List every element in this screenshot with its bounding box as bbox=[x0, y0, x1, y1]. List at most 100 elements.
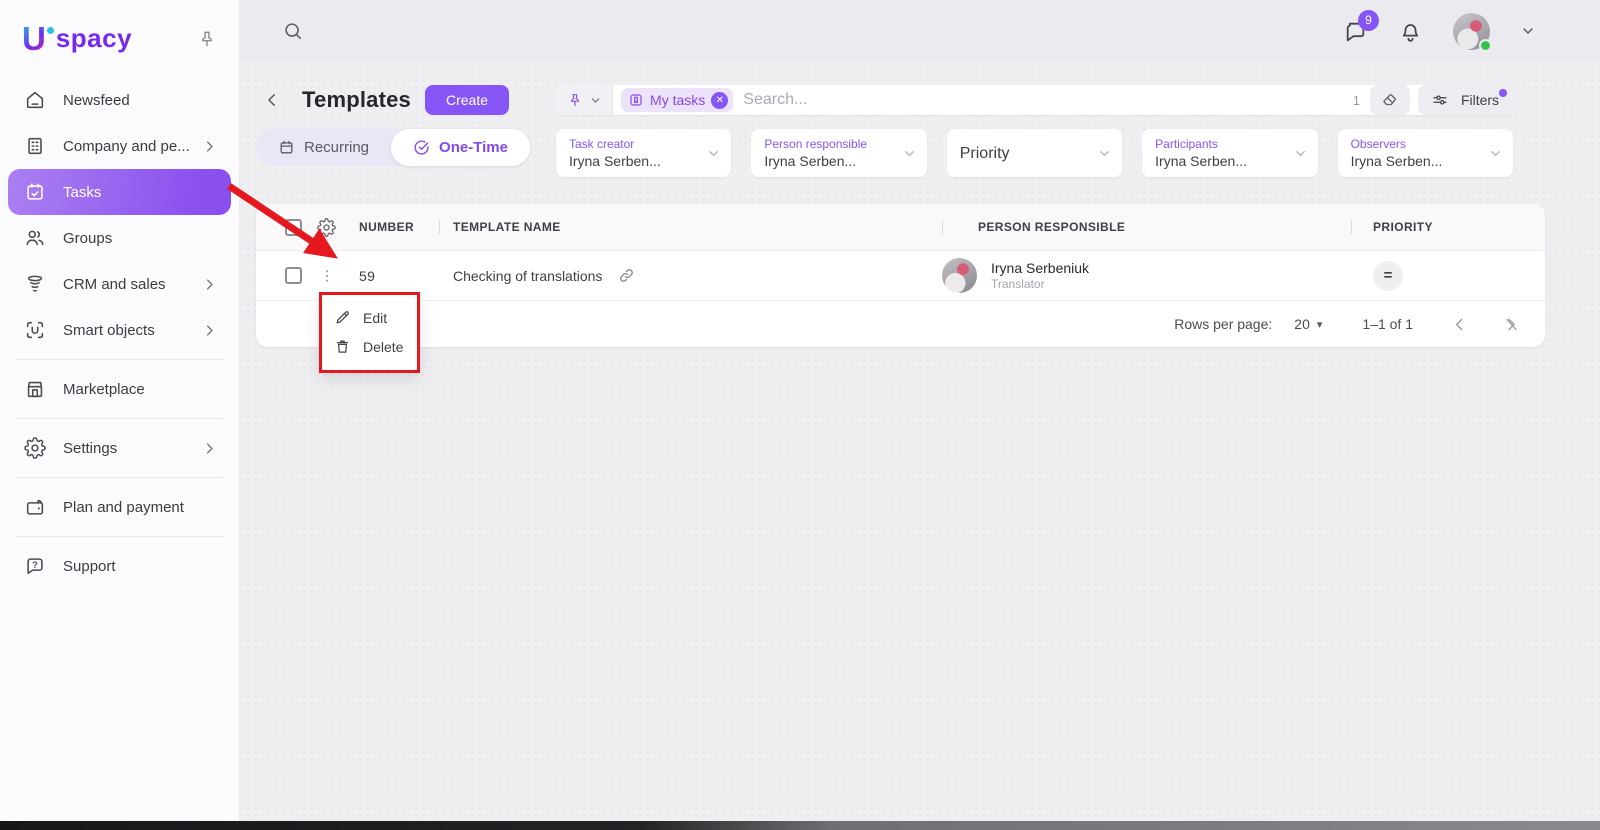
sidebar-pin-icon[interactable] bbox=[197, 29, 217, 49]
priority-medium-icon[interactable]: = bbox=[1373, 261, 1403, 291]
column-header-person[interactable]: PERSON RESPONSIBLE bbox=[978, 220, 1125, 234]
support-chat-icon: ? bbox=[24, 555, 46, 577]
filter-task-creator[interactable]: Task creator Iryna Serben... bbox=[556, 129, 731, 177]
uspacy-logo[interactable]: U spacy bbox=[22, 22, 132, 55]
table-footer: Rows per page: 20 ▾ 1–1 of 1 bbox=[256, 301, 1545, 347]
sidebar-item-company[interactable]: Company and pe... bbox=[8, 123, 231, 169]
wallet-icon bbox=[24, 496, 46, 518]
next-page-icon[interactable] bbox=[1502, 316, 1519, 333]
rows-per-page-value: 20 bbox=[1294, 316, 1310, 332]
saved-search-dropdown[interactable] bbox=[555, 85, 613, 115]
table-header-row: NUMBER TEMPLATE NAME PERSON RESPONSIBLE … bbox=[256, 204, 1545, 251]
smart-objects-icon bbox=[24, 319, 46, 341]
search-input[interactable] bbox=[743, 91, 1353, 109]
building-icon bbox=[24, 135, 46, 157]
column-divider bbox=[942, 220, 943, 234]
sidebar-item-label: Groups bbox=[63, 230, 217, 247]
chevron-down-icon bbox=[589, 94, 602, 107]
trash-icon bbox=[334, 338, 351, 355]
table-settings-gear-icon[interactable] bbox=[302, 218, 351, 237]
sidebar-divider bbox=[16, 477, 223, 478]
sidebar-item-label: Tasks bbox=[63, 184, 217, 201]
remove-chip-icon[interactable]: ✕ bbox=[711, 92, 728, 109]
calendar-check-icon bbox=[24, 181, 46, 203]
user-avatar[interactable] bbox=[1453, 13, 1490, 50]
app-window: U spacy Newsfeed Company and pe... Tasks bbox=[0, 0, 1600, 830]
logo-dot bbox=[47, 27, 54, 34]
tab-recurring[interactable]: Recurring bbox=[256, 129, 391, 166]
sidebar-item-newsfeed[interactable]: Newsfeed bbox=[8, 77, 231, 123]
filter-priority[interactable]: Priority bbox=[947, 129, 1122, 177]
row-actions-menu-icon[interactable] bbox=[302, 268, 351, 284]
menu-item-label: Edit bbox=[363, 310, 387, 326]
sidebar-item-settings[interactable]: Settings bbox=[8, 425, 231, 471]
row-checkbox[interactable] bbox=[285, 267, 302, 284]
filters-button[interactable]: Filters bbox=[1418, 85, 1518, 115]
my-tasks-filter-chip[interactable]: My tasks ✕ bbox=[621, 88, 733, 112]
chevron-down-icon bbox=[902, 146, 917, 161]
page-title: Templates bbox=[302, 87, 411, 113]
notifications-bell-icon[interactable] bbox=[1398, 19, 1423, 44]
gear-icon bbox=[24, 437, 46, 459]
filter-value: Iryna Serben... bbox=[764, 152, 901, 170]
back-chevron-icon[interactable] bbox=[263, 91, 281, 109]
sidebar-item-plan-payment[interactable]: Plan and payment bbox=[8, 484, 231, 530]
column-header-priority[interactable]: PRIORITY bbox=[1373, 220, 1433, 234]
menu-item-edit[interactable]: Edit bbox=[322, 303, 417, 332]
copy-link-icon[interactable] bbox=[618, 267, 635, 284]
sidebar-divider bbox=[16, 418, 223, 419]
template-name[interactable]: Checking of translations bbox=[453, 268, 602, 284]
search-result-count: 1 bbox=[1353, 93, 1360, 108]
column-header-number[interactable]: NUMBER bbox=[351, 220, 439, 234]
sidebar-item-marketplace[interactable]: Marketplace bbox=[8, 366, 231, 412]
chevron-down-icon bbox=[1488, 146, 1503, 161]
messages-icon[interactable]: 9 bbox=[1343, 19, 1368, 44]
chevron-down-icon bbox=[1293, 146, 1308, 161]
sidebar-divider bbox=[16, 536, 223, 537]
column-divider bbox=[439, 220, 440, 234]
previous-page-icon[interactable] bbox=[1451, 316, 1468, 333]
sidebar-item-label: CRM and sales bbox=[63, 276, 202, 293]
filter-value: Iryna Serben... bbox=[1351, 152, 1488, 170]
menu-item-delete[interactable]: Delete bbox=[322, 332, 417, 361]
chevron-down-icon bbox=[1097, 146, 1112, 161]
person-role: Translator bbox=[991, 277, 1089, 292]
table-row[interactable]: 59 Checking of translations Iryna Serben… bbox=[256, 251, 1545, 301]
sidebar-item-groups[interactable]: Groups bbox=[8, 215, 231, 261]
profile-chevron-down-icon[interactable] bbox=[1520, 23, 1536, 39]
filter-label: Participants bbox=[1155, 137, 1292, 152]
home-icon bbox=[24, 89, 46, 111]
filter-selects: Task creator Iryna Serben... Person resp… bbox=[556, 129, 1513, 177]
filter-observers[interactable]: Observers Iryna Serben... bbox=[1338, 129, 1513, 177]
calendar-icon bbox=[278, 139, 295, 156]
sidebar-item-label: Support bbox=[63, 558, 217, 575]
logo-text: spacy bbox=[56, 23, 132, 54]
filter-person-responsible[interactable]: Person responsible Iryna Serben... bbox=[751, 129, 926, 177]
caret-down-icon: ▾ bbox=[1317, 318, 1323, 331]
person-name[interactable]: Iryna Serbeniuk bbox=[991, 259, 1089, 277]
tab-one-time[interactable]: One-Time bbox=[391, 129, 530, 166]
clear-search-button[interactable] bbox=[1370, 85, 1410, 115]
filter-participants[interactable]: Participants Iryna Serben... bbox=[1142, 129, 1317, 177]
chevron-right-icon bbox=[202, 441, 217, 456]
chevron-down-icon bbox=[706, 146, 721, 161]
sidebar-item-support[interactable]: ? Support bbox=[8, 543, 231, 589]
create-button[interactable]: Create bbox=[425, 85, 509, 115]
sidebar-item-tasks[interactable]: Tasks bbox=[8, 169, 231, 215]
pin-icon bbox=[567, 92, 583, 108]
rows-per-page-select[interactable]: 20 ▾ bbox=[1294, 316, 1322, 332]
sidebar-item-smart-objects[interactable]: Smart objects bbox=[8, 307, 231, 353]
pencil-icon bbox=[334, 309, 351, 326]
global-search-icon[interactable] bbox=[282, 20, 304, 42]
online-status-dot bbox=[1479, 39, 1492, 52]
sidebar-item-label: Company and pe... bbox=[63, 138, 202, 155]
filter-label: Person responsible bbox=[764, 137, 901, 152]
users-icon bbox=[24, 227, 46, 249]
sidebar-item-crm[interactable]: CRM and sales bbox=[8, 261, 231, 307]
sidebar-item-label: Newsfeed bbox=[63, 92, 217, 109]
sliders-icon bbox=[1431, 91, 1449, 109]
templates-table: NUMBER TEMPLATE NAME PERSON RESPONSIBLE … bbox=[256, 204, 1545, 347]
column-header-template-name[interactable]: TEMPLATE NAME bbox=[453, 220, 561, 234]
rows-per-page-label: Rows per page: bbox=[1174, 316, 1272, 332]
select-all-checkbox[interactable] bbox=[285, 219, 302, 236]
